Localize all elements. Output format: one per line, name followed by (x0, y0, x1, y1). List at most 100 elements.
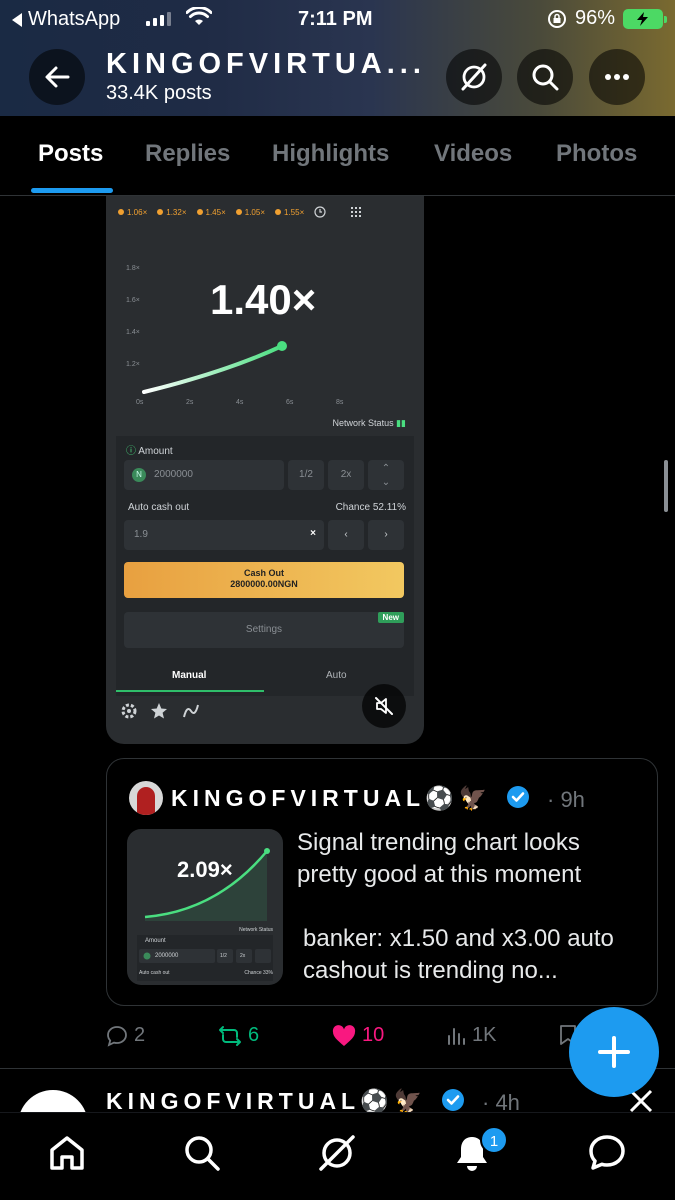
clear-icon: × (310, 528, 316, 539)
next-post-author-name[interactable]: KINGOFVIRTUAL⚽🦅 (106, 1088, 465, 1115)
search-icon (185, 1136, 220, 1171)
cellular-signal-icon (146, 10, 171, 26)
grok-icon (461, 63, 487, 91)
nav-home[interactable] (45, 1131, 89, 1175)
quoted-chance: Chance 33% (244, 970, 273, 976)
back-app-label: WhatsApp (28, 8, 121, 30)
scrollbar[interactable] (664, 460, 668, 512)
half-amount-button[interactable]: 1/2 (288, 460, 324, 490)
more-dots-icon (605, 74, 629, 80)
active-tab-indicator (31, 188, 113, 193)
grok-button[interactable] (446, 49, 502, 105)
quoted-network-status: Network Status (239, 927, 273, 933)
decrease-button[interactable]: ‹ (328, 520, 364, 550)
nav-messages[interactable] (585, 1131, 629, 1175)
quoted-double: 2x (240, 953, 246, 959)
grok-icon (319, 1135, 355, 1171)
quoted-half: 1/2 (220, 953, 227, 959)
double-amount-button[interactable]: 2x (328, 460, 364, 490)
auto-cashout-label: Auto cash out (128, 502, 190, 513)
nav-search[interactable] (180, 1131, 224, 1175)
grid-icon (351, 207, 362, 217)
view-count: 1K (472, 1024, 497, 1046)
quoted-multiplier: 2.09× (177, 857, 233, 882)
y-tick: 1.8× (126, 265, 140, 272)
tab-auto[interactable]: Auto (326, 670, 347, 681)
back-triangle-icon (12, 12, 22, 27)
settings-button[interactable]: Settings (124, 612, 404, 648)
quoted-text: Signal trending chart looks pretty good … (297, 829, 614, 984)
tab-posts[interactable]: Posts (38, 140, 103, 168)
chat-bubble-icon (589, 1135, 625, 1170)
y-tick: 1.6× (126, 297, 140, 304)
new-badge: New (377, 612, 404, 623)
views-chart-icon (448, 1027, 465, 1045)
tab-manual[interactable]: Manual (172, 670, 206, 681)
tab-replies[interactable]: Replies (145, 140, 230, 168)
quoted-amount-label: Amount (145, 938, 166, 944)
search-icon (532, 64, 559, 91)
crash-chart: 1.8× 1.6× 1.4× 1.2× 0s 2s 4s 6s 8s (106, 232, 424, 432)
more-options-button[interactable] (589, 49, 645, 105)
x-tick: 8s (336, 399, 344, 406)
verified-badge-icon (441, 1089, 464, 1111)
chance-label: Chance 52.11% (335, 502, 406, 513)
nav-grok[interactable] (315, 1131, 359, 1175)
y-tick: 1.4× (126, 329, 140, 336)
amount-input[interactable]: N 2000000 (124, 460, 284, 490)
repost-count: 6 (248, 1024, 260, 1046)
status-time: 7:11 PM (298, 8, 373, 30)
y-tick: 1.2× (126, 361, 140, 368)
trend-icon (183, 704, 199, 718)
reply-button[interactable]: 2 (106, 1024, 145, 1047)
like-button[interactable]: 10 (332, 1024, 384, 1047)
profile-name: KINGOFVIRTUA... (106, 48, 426, 80)
quoted-timestamp: · 9h (547, 787, 585, 812)
home-icon (50, 1136, 84, 1170)
back-to-whatsapp[interactable]: WhatsApp (12, 8, 120, 31)
mute-button[interactable] (362, 684, 406, 728)
tab-photos[interactable]: Photos (556, 140, 637, 168)
wifi-icon (186, 7, 212, 25)
quoted-post[interactable]: KINGOFVIRTUAL⚽🦅 · 9h 2.09× Network Statu… (106, 758, 658, 1006)
quoted-amount: 2000000 (155, 953, 179, 959)
quoted-autocash: Auto cash out (139, 970, 170, 976)
reply-count: 2 (134, 1024, 146, 1046)
multiplier-history-item: 1.06× (118, 206, 147, 218)
speaker-muted-icon (375, 697, 393, 715)
multiplier-history-item: 1.32× (157, 206, 187, 218)
back-button[interactable] (29, 49, 85, 105)
increase-button[interactable]: › (368, 520, 404, 550)
repost-button[interactable]: 6 (218, 1024, 259, 1047)
battery-percent: 96% (574, 7, 615, 29)
post-media-image[interactable]: 1.06× 1.32× 1.45× 1.05× 1.55× 1.8× 1.6× … (106, 196, 424, 744)
arrow-left-icon (45, 66, 70, 88)
quoted-author-name[interactable]: KINGOFVIRTUAL⚽🦅 (171, 785, 530, 812)
reply-icon (107, 1025, 127, 1047)
quoted-media-thumbnail[interactable]: 2.09× Network Status Amount 2000000 1/2 … (127, 829, 283, 985)
amount-stepper[interactable]: ⌃ ⌄ (368, 460, 404, 490)
tab-videos[interactable]: Videos (434, 140, 512, 168)
current-multiplier: 1.40× (210, 276, 317, 323)
cash-out-button[interactable]: Cash Out 2800000.00NGN (124, 562, 404, 598)
repost-icon (219, 1025, 241, 1046)
profile-tabs: Posts Replies Highlights Videos Photos (0, 116, 675, 196)
settings-gear-icon (121, 703, 137, 719)
network-status: Network Status ▮▮ (332, 418, 406, 428)
notification-count-badge: 1 (480, 1126, 508, 1154)
amount-label: ⓘ Amount (126, 446, 173, 457)
x-tick: 6s (286, 399, 294, 406)
views-button[interactable]: 1K (446, 1024, 496, 1047)
avatar[interactable] (129, 781, 163, 815)
multiplier-history-item: 1.45× (196, 206, 226, 218)
auto-cashout-input[interactable]: 1.9 × (124, 520, 324, 550)
post-count: 33.4K posts (106, 82, 212, 104)
mini-crash-chart (137, 848, 273, 981)
search-button[interactable] (517, 49, 573, 105)
compose-post-button[interactable] (569, 1007, 659, 1097)
rotation-lock-icon (547, 9, 566, 28)
verified-badge-icon (506, 786, 529, 808)
history-clock-icon (314, 206, 326, 218)
like-count: 10 (362, 1024, 385, 1046)
tab-highlights[interactable]: Highlights (272, 140, 389, 168)
